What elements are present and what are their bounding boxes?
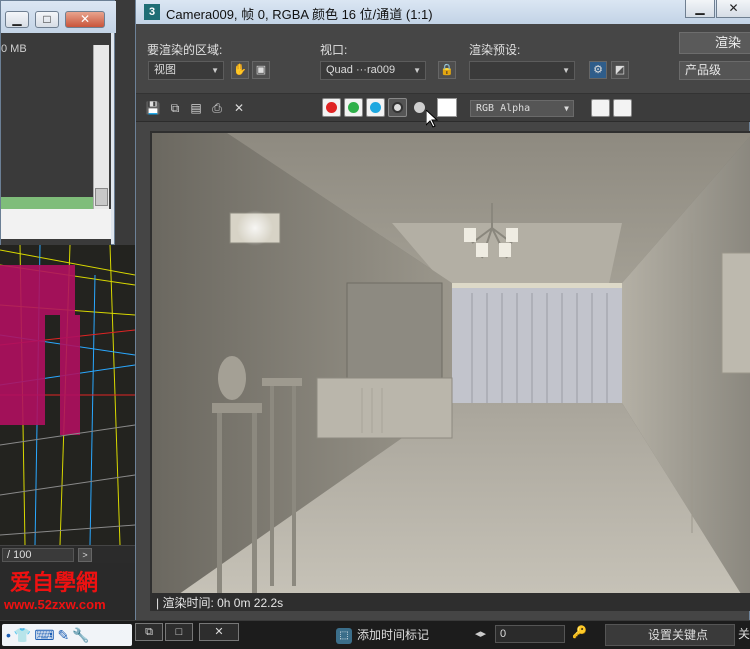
render-window-titlebar[interactable]: 3 Camera009, 帧 0, RGBA 颜色 16 位/通道 (1:1) … [136, 0, 750, 24]
memory-window-titlebar[interactable]: ▁ □ ✕ [1, 1, 116, 33]
viewport-value: Quad ···ra009 [326, 64, 396, 76]
time-slider[interactable]: / 100 > [0, 545, 135, 563]
area-dropdown[interactable]: 视图 ▼ [148, 61, 224, 80]
green-channel-toggle[interactable] [344, 98, 363, 117]
time-tag-icon: ⬚ [336, 627, 352, 644]
memory-window[interactable]: ▁ □ ✕ 0 MB [0, 0, 116, 245]
render-toolbar: 💾 ⧉ ▤ ⎙ ✕ RGB Alpha ▼ [136, 94, 750, 122]
memory-readout: 0 MB [1, 43, 27, 55]
mouse-cursor [426, 110, 438, 128]
preset-label: 渲染预设: [469, 43, 521, 57]
viewport-strip [115, 0, 135, 260]
save-icon[interactable]: 💾 [145, 101, 161, 115]
chevron-down-icon: ▼ [211, 66, 219, 75]
frame-spinner[interactable]: 0 [495, 625, 565, 643]
render-controls-panel: 要渲染的区域: 视图 ▼ ✋ ▣ 视口: Quad ···ra009 ▼ 🔒 渲… [136, 24, 750, 94]
blue-channel-toggle[interactable] [366, 98, 385, 117]
memory-window-footer [1, 209, 111, 239]
wireframe-viewport[interactable] [0, 245, 135, 545]
chevron-down-icon: ▼ [562, 66, 570, 75]
render-button[interactable]: 渲染 [679, 32, 750, 54]
minimize-button[interactable]: ▁ [685, 0, 715, 18]
frame-counter[interactable]: / 100 [2, 548, 74, 562]
watermark-url: www.52zxw.com [4, 597, 106, 612]
maximize-button[interactable]: □ [165, 623, 193, 641]
area-value: 视图 [154, 64, 176, 76]
clear-icon[interactable]: ✕ [231, 101, 247, 115]
scroll-thumb[interactable] [95, 188, 108, 206]
frame-step-icon[interactable]: ◂▸ [475, 625, 493, 643]
quality-dropdown[interactable]: 产品级 [679, 61, 750, 80]
channel-value: RGB Alpha [476, 103, 531, 114]
viewport-label: 视口: [320, 43, 348, 57]
set-key-button[interactable]: 设置关键点 [605, 624, 735, 646]
render-status-bar: | 渲染时间: 0h 0m 22.2s [152, 593, 750, 611]
red-channel-toggle[interactable] [322, 98, 341, 117]
memory-progress-bar [1, 197, 93, 209]
alpha-channel-icon [392, 102, 403, 113]
frame-spinner-group: ◂▸ 0 [475, 625, 565, 643]
add-time-tag-label: 添加时间标记 [357, 628, 430, 642]
pan-icon[interactable]: ✋ [231, 61, 249, 79]
red-channel-icon [326, 102, 337, 113]
memory-scrollbar[interactable] [93, 45, 109, 235]
ime-toolbar[interactable]: •👕⌨✎🔧 [2, 624, 132, 646]
next-frame-button[interactable]: > [78, 548, 92, 562]
copy-icon[interactable]: ⧉ [167, 101, 183, 115]
color-swatch[interactable] [437, 98, 457, 117]
render-setup-icon[interactable]: ⚙ [589, 61, 607, 79]
max-app-icon: 3 [144, 4, 160, 20]
print-icon[interactable]: ⎙ [209, 101, 225, 115]
chevron-down-icon: ▼ [413, 66, 421, 75]
rendered-image [152, 133, 750, 611]
lock-icon[interactable]: 🔒 [438, 61, 456, 79]
auto-region-icon[interactable]: ▣ [252, 61, 270, 79]
area-label: 要渲染的区域: [147, 43, 223, 57]
toggle-ui-overlay-icon[interactable] [591, 99, 610, 117]
close-button[interactable]: ✕ [716, 0, 750, 18]
alpha-channel-toggle[interactable] [388, 98, 407, 117]
background-viewport[interactable]: ▁ □ ✕ 0 MB [0, 0, 135, 545]
green-channel-icon [348, 102, 359, 113]
render-frame-window[interactable]: 3 Camera009, 帧 0, RGBA 颜色 16 位/通道 (1:1) … [135, 0, 750, 620]
environment-icon[interactable]: ◩ [611, 61, 629, 79]
minimize-button[interactable]: ▁ [5, 11, 29, 28]
window-title: Camera009, 帧 0, RGBA 颜色 16 位/通道 (1:1) [166, 7, 433, 22]
toggle-ui-icon[interactable] [613, 99, 632, 117]
maximize-button[interactable]: □ [35, 11, 59, 28]
viewport-dropdown[interactable]: Quad ···ra009 ▼ [320, 61, 426, 80]
blue-channel-icon [370, 102, 381, 113]
clone-icon[interactable]: ▤ [188, 101, 204, 115]
key-filters-label[interactable]: 关 [738, 624, 750, 646]
channel-dropdown[interactable]: RGB Alpha ▼ [470, 100, 574, 117]
add-time-tag-button[interactable]: ⬚ 添加时间标记 [336, 625, 446, 645]
close-button[interactable]: ✕ [199, 623, 239, 641]
max-status-bar: •👕⌨✎🔧 ⧉ □ ✕ ⬚ 添加时间标记 ◂▸ 0 🔑 设置关键点 关 [0, 620, 750, 649]
key-lock-icon[interactable]: 🔑 [572, 625, 590, 643]
rendered-image-frame[interactable]: | 渲染时间: 0h 0m 22.2s [150, 131, 750, 611]
chevron-down-icon: ▼ [564, 104, 569, 113]
restore-button[interactable]: ⧉ [135, 623, 163, 641]
close-button[interactable]: ✕ [65, 11, 105, 28]
watermark-brand: 爱自學網 [10, 570, 99, 596]
preset-dropdown[interactable]: ▼ [469, 61, 575, 80]
mono-icon [414, 102, 425, 113]
watermark-logo: 爱自學網 www.52zxw.com [0, 563, 135, 620]
screen: ▁ □ ✕ 0 MB / 100 > 爱自學網 www.52zxw.com 3 … [0, 0, 750, 649]
